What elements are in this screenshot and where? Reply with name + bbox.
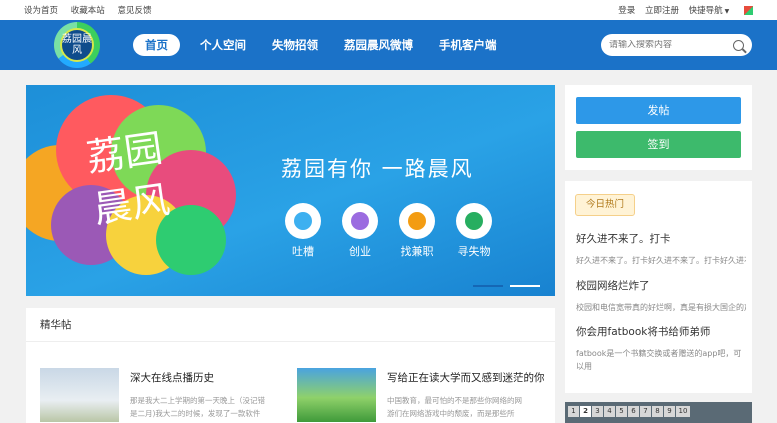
chevron-down-icon[interactable]: ▼ <box>725 8 730 15</box>
feedback-link[interactable]: 意见反馈 <box>117 6 151 16</box>
search-input[interactable] <box>609 40 729 50</box>
top-bar: 设为首页 收藏本站 意见反馈 登录 立即注册 快捷导航 ▼ <box>0 0 777 20</box>
feature-part-time[interactable]: 找兼职 <box>397 203 437 259</box>
slider-page[interactable]: 5 <box>616 406 627 417</box>
checkin-button[interactable]: 签到 <box>576 131 741 158</box>
style-switch-icon[interactable] <box>744 6 753 15</box>
nav-item-lost-found[interactable]: 失物招领 <box>272 34 318 56</box>
lightbulb-icon <box>342 203 378 239</box>
set-home-link[interactable]: 设为首页 <box>24 6 58 16</box>
hot-item-title[interactable]: 校园网络烂炸了 <box>576 278 746 293</box>
register-link[interactable]: 立即注册 <box>645 6 679 16</box>
hot-item-title[interactable]: 你会用fatbook将书给师弟师 <box>576 324 746 339</box>
bookmark-link[interactable]: 收藏本站 <box>71 6 105 16</box>
badge-icon <box>399 203 435 239</box>
top-bar-left: 设为首页 收藏本站 意见反馈 <box>24 4 161 16</box>
search-icon[interactable] <box>733 39 744 51</box>
slider-page[interactable]: 4 <box>604 406 615 417</box>
post-thumbnail[interactable] <box>40 368 119 422</box>
feature-lost-items[interactable]: 寻失物 <box>454 203 494 259</box>
hot-item[interactable]: 好久进不来了。打卡 好久进不来了。打卡好久进不来了。打卡好久进不 <box>576 231 746 267</box>
image-slider[interactable]: 1 2 3 4 5 6 7 8 9 10 <box>565 402 752 423</box>
slider-page[interactable]: 10 <box>676 406 690 417</box>
megaphone-icon <box>456 203 492 239</box>
carousel-dot-active[interactable] <box>473 285 503 287</box>
feature-label: 吐槽 <box>292 245 314 258</box>
essence-header: 精华帖 <box>26 308 555 342</box>
essence-panel: 精华帖 深大在线点播历史 那是我大二上学期的第一天晚上（没记错是二月)我大二的时… <box>26 308 555 423</box>
hot-item[interactable]: 校园网络烂炸了 校园和电信宽带真的好烂啊，真是有损大国企的声 <box>576 278 746 314</box>
nav-item-personal-space[interactable]: 个人空间 <box>200 34 246 56</box>
action-panel: 发帖 签到 <box>565 85 752 170</box>
feature-label: 寻失物 <box>457 245 491 258</box>
slider-page[interactable]: 8 <box>652 406 663 417</box>
post-button[interactable]: 发帖 <box>576 97 741 124</box>
feature-complain[interactable]: 吐槽 <box>283 203 323 259</box>
nav-item-weibo[interactable]: 荔园晨风微博 <box>344 34 413 56</box>
top-bar-right: 登录 立即注册 快捷导航 ▼ <box>611 4 753 16</box>
feature-startup[interactable]: 创业 <box>340 203 380 259</box>
hot-item-title[interactable]: 好久进不来了。打卡 <box>576 231 746 246</box>
post-title[interactable]: 写给正在读大学而又感到迷茫的你 <box>387 370 545 385</box>
post-title[interactable]: 深大在线点播历史 <box>130 370 214 385</box>
hot-item-desc: 校园和电信宽带真的好烂啊，真是有损大国企的声 <box>576 303 746 312</box>
post-desc: 中国教育，最可怕的不是那些你网络的网游们在网络游戏中的颓废，而是那些所谓， <box>387 396 522 418</box>
post-thumbnail[interactable] <box>297 368 376 422</box>
feature-label: 创业 <box>349 245 371 258</box>
speech-bubble-icon <box>285 203 321 239</box>
post-desc: 那是我大二上学期的第一天晚上（没记错是二月)我大二的时候，发现了一款软件下载资源… <box>130 396 265 418</box>
slider-page[interactable]: 1 <box>568 406 579 417</box>
slider-page[interactable]: 7 <box>640 406 651 417</box>
hot-item-desc: 好久进不来了。打卡好久进不来了。打卡好久进不 <box>576 256 746 265</box>
search-box <box>601 34 752 56</box>
banner-carousel[interactable]: 荔园晨风 荔园有你 一路晨风 吐槽 创业 找兼职 寻失物 <box>26 85 555 296</box>
nav-menu: 首页 个人空间 失物招领 荔园晨风微博 手机客户端 <box>133 34 523 56</box>
quick-nav-link[interactable]: 快捷导航 <box>689 6 723 16</box>
nav-item-home[interactable]: 首页 <box>133 34 180 56</box>
hot-tab[interactable]: 今日热门 <box>575 194 635 216</box>
hot-item[interactable]: 你会用fatbook将书给师弟师 fatbook是一个书籍交换或者赠送的app吧… <box>576 324 746 373</box>
site-logo[interactable]: 荔园晨风 <box>54 22 100 68</box>
login-link[interactable]: 登录 <box>618 6 635 16</box>
hot-item-desc: fatbook是一个书籍交换或者赠送的app吧，可以用 <box>576 349 742 371</box>
feature-label: 找兼职 <box>400 245 434 258</box>
nav-item-mobile-client[interactable]: 手机客户端 <box>439 34 497 56</box>
slider-page[interactable]: 6 <box>628 406 639 417</box>
slider-page[interactable]: 3 <box>592 406 603 417</box>
carousel-dot[interactable] <box>510 285 540 287</box>
banner-slogan: 荔园有你 一路晨风 <box>281 157 474 181</box>
slider-page-active[interactable]: 2 <box>580 406 591 417</box>
logo-text: 荔园晨风 <box>60 28 94 62</box>
hot-panel: 今日热门 好久进不来了。打卡 好久进不来了。打卡好久进不来了。打卡好久进不 校园… <box>565 181 752 393</box>
main-nav: 荔园晨风 首页 个人空间 失物招领 荔园晨风微博 手机客户端 <box>0 20 777 70</box>
slider-page[interactable]: 9 <box>664 406 675 417</box>
banner-logo-text: 荔园晨风 <box>83 125 173 232</box>
